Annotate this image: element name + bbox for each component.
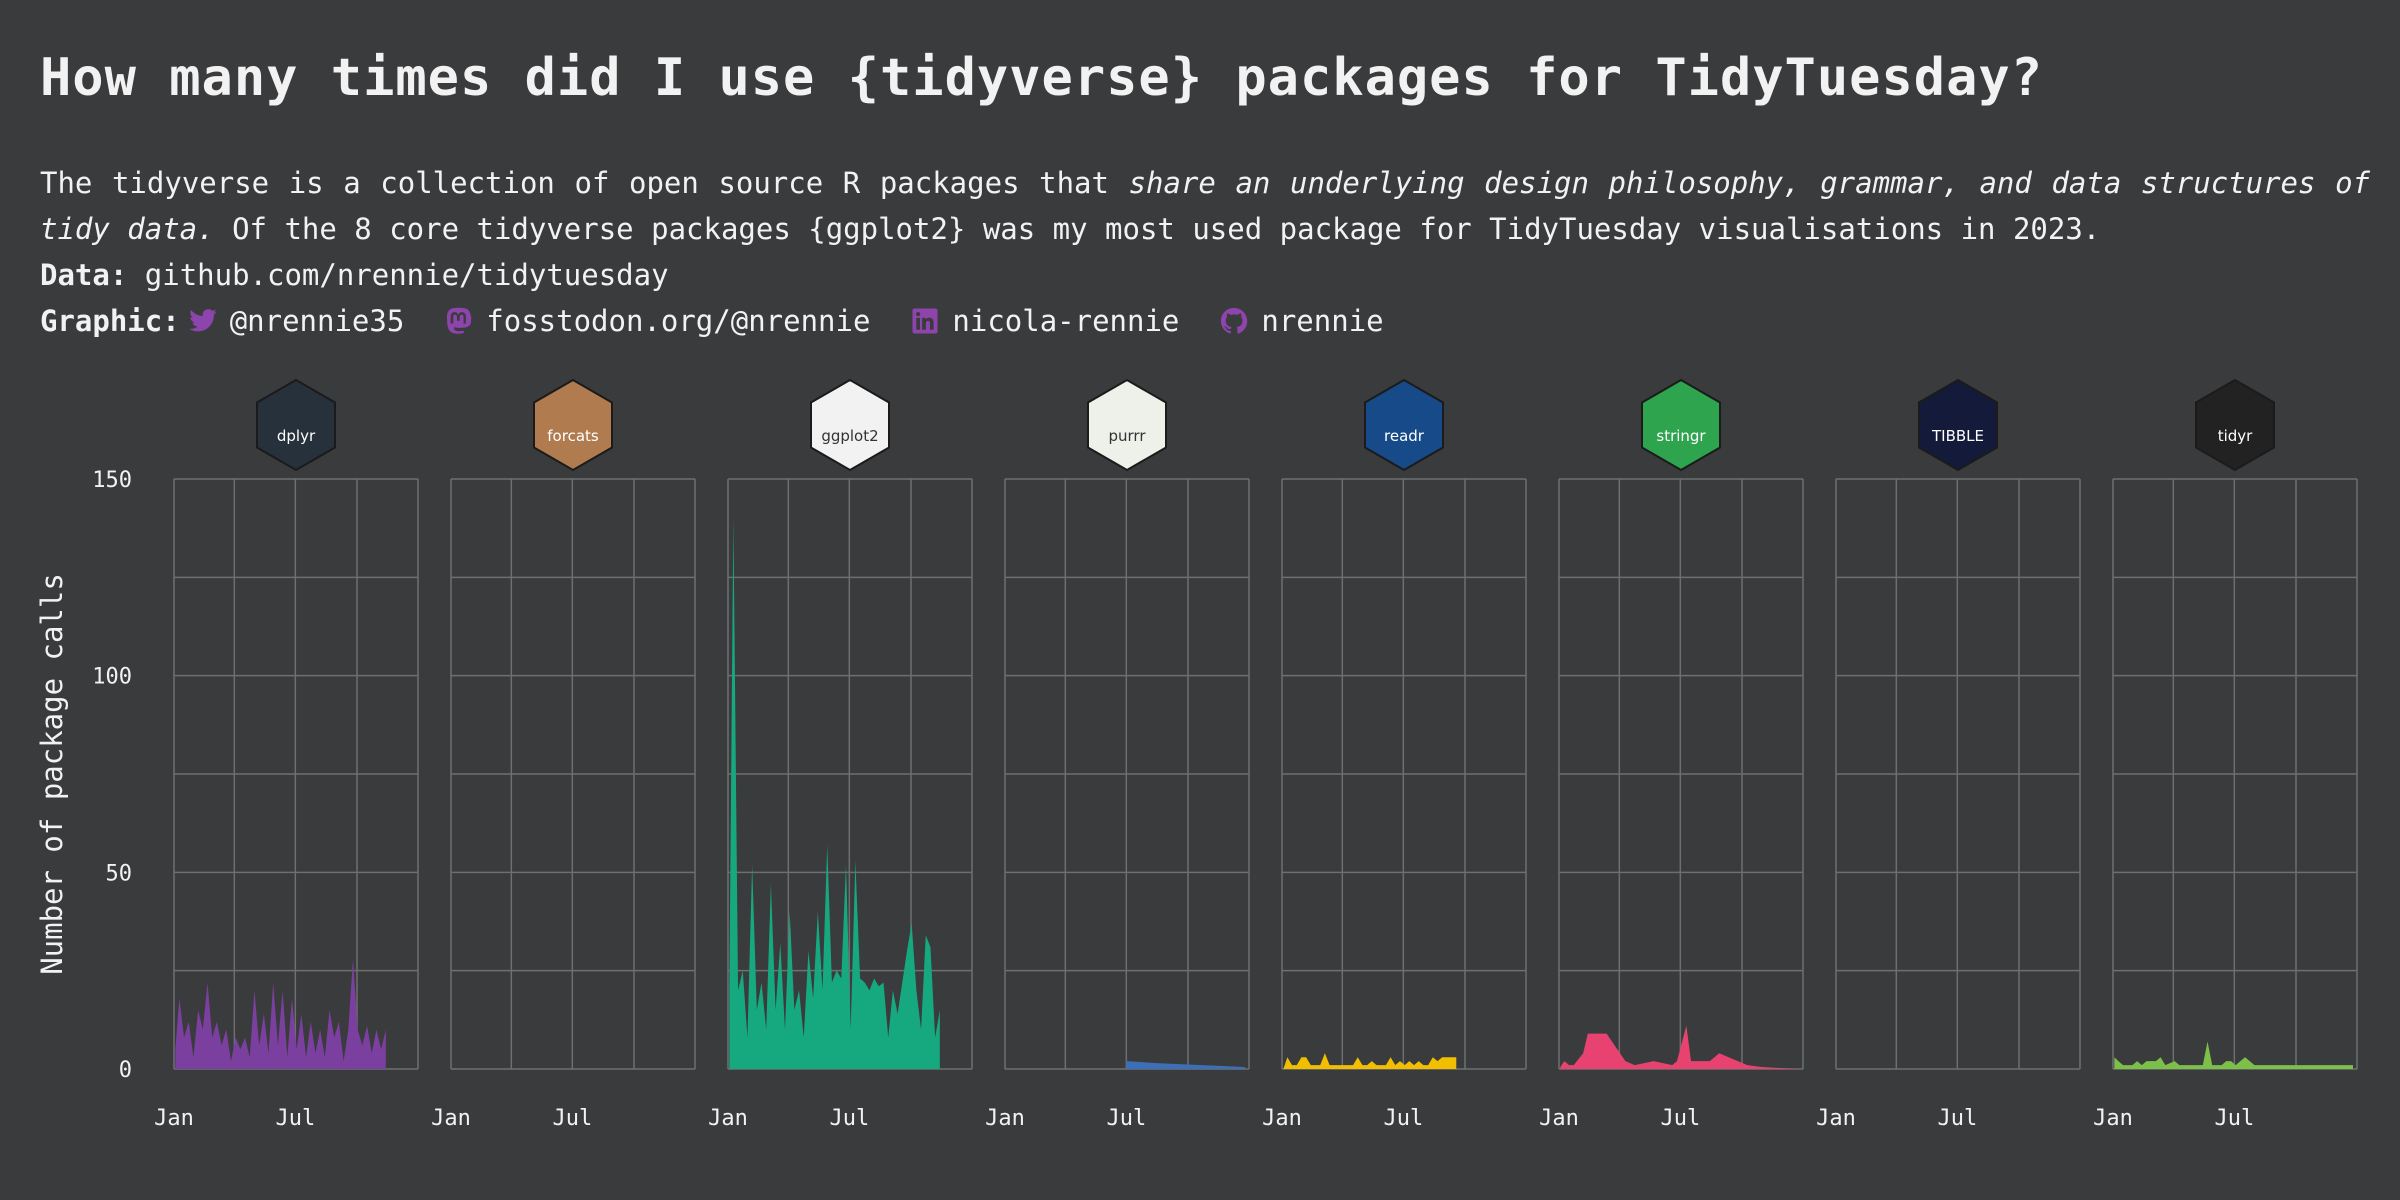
hex-shape <box>810 378 890 472</box>
x-tick-label: Jan <box>2093 1106 2133 1131</box>
area-ggplot2 <box>729 518 940 1069</box>
hex-logo-readr: readr <box>1364 378 1444 472</box>
x-tick-label: Jan <box>1262 1106 1302 1131</box>
x-tick-label: Jul <box>1660 1106 1700 1131</box>
hex-logo-tibble: TIBBLE <box>1918 378 1998 472</box>
hex-shape <box>2195 378 2275 472</box>
y-tick-label: 50 <box>106 861 133 886</box>
hex-shape <box>256 378 336 472</box>
hex-shape <box>1918 378 1998 472</box>
x-tick-label: Jan <box>985 1106 1025 1131</box>
hex-logo-forcats: forcats <box>533 378 613 472</box>
x-tick-label: Jul <box>2214 1106 2254 1131</box>
facet-dplyr: Jan Jul dplyr <box>154 378 419 1131</box>
y-tick-label: 0 <box>119 1058 132 1083</box>
area-purrr <box>1126 1061 1245 1069</box>
x-tick-label: Jan <box>431 1106 471 1131</box>
hex-logo-purrr: purrr <box>1087 378 1167 472</box>
area-dplyr <box>175 958 386 1069</box>
faceted-area-chart: Number of package calls 0 50 100 150 Jan Jul dp… <box>35 378 2358 1131</box>
hex-logo-text: ggplot2 <box>821 427 878 445</box>
x-tick-label: Jul <box>1106 1106 1146 1131</box>
hex-shape <box>1364 378 1444 472</box>
hex-logo-text: TIBBLE <box>1931 427 1984 445</box>
hex-shape <box>1641 378 1721 472</box>
area-readr <box>1283 1053 1457 1069</box>
hex-logo-text: tidyr <box>2218 427 2253 445</box>
hex-logo-tidyr: tidyr <box>2195 378 2275 472</box>
facet-tibble: Jan Jul TIBBLE <box>1816 378 2081 1131</box>
hex-logo-text: stringr <box>1656 427 1706 445</box>
hex-shape <box>1087 378 1167 472</box>
x-tick-label: Jul <box>1937 1106 1977 1131</box>
x-tick-label: Jan <box>1539 1106 1579 1131</box>
x-tick-label: Jul <box>275 1106 315 1131</box>
x-tick-label: Jan <box>154 1106 194 1131</box>
x-tick-label: Jan <box>1816 1106 1856 1131</box>
y-tick-label: 100 <box>92 665 132 690</box>
hex-shape <box>533 378 613 472</box>
hex-logo-text: forcats <box>547 427 599 445</box>
hex-logo-dplyr: dplyr <box>256 378 336 472</box>
hex-logo-ggplot2: ggplot2 <box>810 378 890 472</box>
x-tick-label: Jan <box>708 1106 748 1131</box>
facet-stringr: Jan Jul stringr <box>1539 378 1804 1131</box>
facet-purrr: Jan Jul purrr <box>985 378 1250 1131</box>
hex-logo-text: dplyr <box>277 427 316 445</box>
facet-forcats: Jan Jul forcats <box>431 378 696 1131</box>
x-tick-label: Jul <box>552 1106 592 1131</box>
facet-readr: Jan Jul readr <box>1262 378 1527 1131</box>
x-tick-label: Jul <box>1383 1106 1423 1131</box>
y-axis-label: Number of package calls <box>35 573 69 975</box>
hex-logo-text: purrr <box>1108 427 1146 445</box>
hex-logo-stringr: stringr <box>1641 378 1721 472</box>
y-tick-label: 150 <box>92 468 132 493</box>
facet-ggplot2: Jan Jul ggplot2 <box>708 378 973 1131</box>
facet-tidyr: Jan Jul tidyr <box>2093 378 2358 1131</box>
hex-logo-text: readr <box>1384 427 1425 445</box>
x-tick-label: Jul <box>829 1106 869 1131</box>
